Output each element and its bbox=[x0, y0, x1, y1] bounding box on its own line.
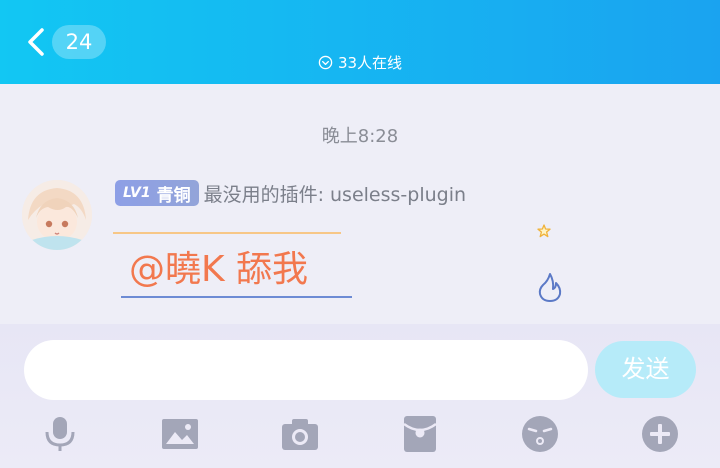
online-status[interactable]: 33人在线 bbox=[0, 52, 720, 73]
plus-icon[interactable] bbox=[640, 414, 680, 454]
avatar[interactable] bbox=[22, 180, 92, 250]
bubble-bottom-border bbox=[121, 296, 352, 298]
red-packet-icon[interactable] bbox=[400, 414, 440, 454]
level-badge: LV1 青铜 bbox=[115, 180, 199, 206]
sender-name[interactable]: 最没用的插件: useless-plugin bbox=[204, 180, 466, 207]
chevron-down-circle-icon bbox=[318, 55, 333, 70]
camera-icon[interactable] bbox=[280, 414, 320, 454]
level-tag: LV1 bbox=[123, 185, 151, 201]
level-name: 青铜 bbox=[156, 185, 191, 206]
message-bubble[interactable]: @曉K 舔我 bbox=[113, 230, 353, 302]
chat-area[interactable]: 晚上8:28 LV1 青铜 最没用的插件: useless-plugin @曉K… bbox=[0, 84, 720, 324]
send-button[interactable]: 发送 bbox=[595, 341, 696, 398]
message-meta: LV1 青铜 最没用的插件: useless-plugin bbox=[115, 180, 466, 206]
message-text: @曉K 舔我 bbox=[129, 249, 309, 290]
star-decoration-icon bbox=[537, 224, 551, 238]
anime-girl-avatar-image bbox=[22, 180, 92, 250]
chat-header: 24 33人在线 bbox=[0, 0, 720, 84]
flame-reaction-icon[interactable] bbox=[536, 271, 564, 303]
image-icon[interactable] bbox=[160, 414, 200, 454]
message-timestamp: 晚上8:28 bbox=[321, 126, 399, 147]
input-bar: 发送 bbox=[0, 324, 720, 468]
online-count: 33人在线 bbox=[337, 54, 403, 72]
emoji-icon[interactable] bbox=[520, 414, 560, 454]
microphone-icon[interactable] bbox=[40, 414, 80, 454]
message-input[interactable] bbox=[24, 340, 588, 400]
bubble-top-border bbox=[113, 232, 341, 234]
